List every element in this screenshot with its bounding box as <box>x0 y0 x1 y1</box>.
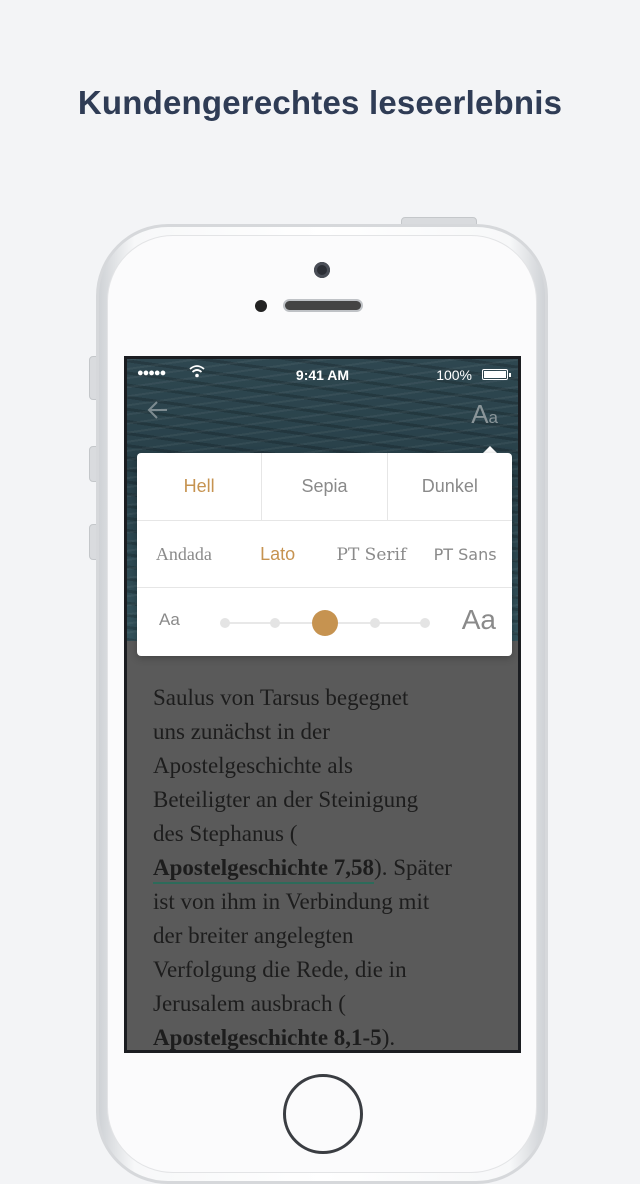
font-size-large-label: Aa <box>461 604 496 635</box>
text-line: Beteiligter an der Steinigung <box>153 787 419 812</box>
text-line: des Stephanus ( <box>153 821 298 846</box>
text-line: Apostelgeschichte 8,1-5). <box>153 1021 498 1050</box>
theme-option-sepia[interactable]: Sepia <box>261 453 386 520</box>
text-line: Verfolgung die Rede, die in <box>153 957 407 982</box>
font-size-slider-knob[interactable] <box>312 610 338 636</box>
font-settings-icon-big: A <box>471 399 489 429</box>
headline: Kundengerechtes leseerlebnis <box>77 84 563 121</box>
font-settings-icon-small: a <box>488 408 498 427</box>
font-size-control: Aa Aa <box>137 587 512 656</box>
home-button <box>283 1074 363 1154</box>
phone-screen: ●●●●● 9:41 AM 100% Aa Saulus von Tarsus … <box>124 356 521 1053</box>
earpiece-speaker <box>283 299 363 312</box>
text-line: ist von ihm in Verbindung mit <box>153 889 430 914</box>
font-size-step-dot[interactable] <box>270 618 280 628</box>
font-selector: Andada Lato PT Serif PT Sans <box>137 520 512 588</box>
front-camera <box>314 262 330 278</box>
proximity-sensor <box>255 300 267 312</box>
text-line: der breiter angelegten <box>153 923 354 948</box>
reading-settings-popover: Hell Sepia Dunkel Andada Lato PT Serif P… <box>137 453 512 656</box>
bible-reference-link[interactable]: Apostelgeschichte 8,1-5 <box>153 1025 382 1050</box>
text-line: Jerusalem ausbrach ( <box>153 991 346 1016</box>
theme-option-hell[interactable]: Hell <box>137 453 261 520</box>
battery-percent: 100% <box>436 367 472 383</box>
text-line: Apostelgeschichte 7,58). Später <box>153 851 498 885</box>
text-line: Saulus von Tarsus begegnet <box>153 685 409 710</box>
arrow-left-icon[interactable] <box>147 399 169 427</box>
theme-option-dunkel[interactable]: Dunkel <box>386 453 512 520</box>
font-option-andada[interactable]: Andada <box>137 521 231 588</box>
font-option-lato[interactable]: Lato <box>231 521 325 588</box>
chapter-text: Saulus von Tarsus begegnet uns zunächst … <box>153 681 498 1050</box>
font-size-step-dot[interactable] <box>420 618 430 628</box>
text-fragment: ). Später <box>374 855 452 880</box>
battery-fill <box>484 371 506 378</box>
font-size-step-dot[interactable] <box>220 618 230 628</box>
bible-reference-link[interactable]: Apostelgeschichte 7,58 <box>153 855 375 884</box>
font-size-step-dot[interactable] <box>370 618 380 628</box>
theme-selector: Hell Sepia Dunkel <box>137 453 512 520</box>
text-line: uns zunächst in der <box>153 719 330 744</box>
font-size-small-label: Aa <box>159 610 180 629</box>
battery-icon <box>482 369 511 380</box>
status-bar: ●●●●● 9:41 AM 100% <box>127 359 518 389</box>
font-size-slider[interactable] <box>220 610 430 636</box>
text-fragment: ). <box>381 1025 396 1050</box>
font-settings-button[interactable]: Aa <box>471 399 498 430</box>
text-line: Apostelgeschichte als <box>153 753 353 778</box>
font-option-pt-serif[interactable]: PT Serif <box>325 521 419 588</box>
font-option-pt-sans[interactable]: PT Sans <box>418 521 512 588</box>
